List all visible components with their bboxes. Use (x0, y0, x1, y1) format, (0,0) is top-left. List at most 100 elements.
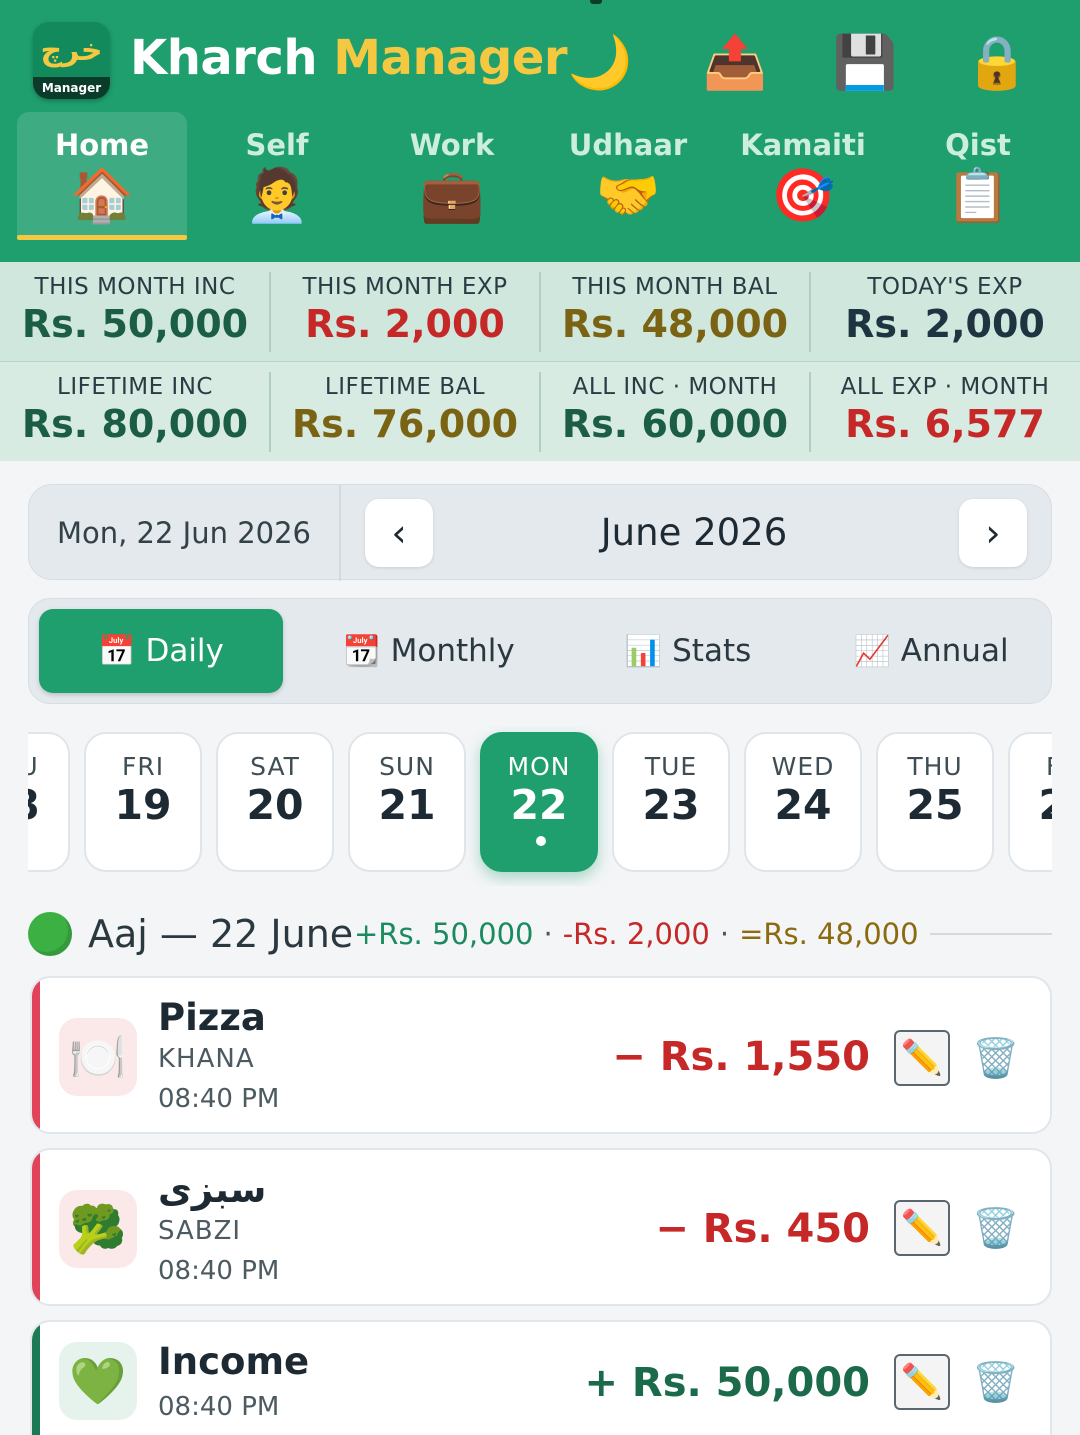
tab-udhaar[interactable]: Udhaar 🤝 (543, 112, 713, 238)
current-date-label[interactable]: Mon, 22 Jun 2026 (29, 485, 341, 581)
stat-lifetime-inc: LIFETIME INC Rs. 80,000 (0, 362, 270, 461)
calendar-tearoff-icon: 📆 (343, 634, 381, 669)
view-tab-monthly[interactable]: 📆 Monthly (305, 609, 553, 693)
bar-chart-icon: 📊 (624, 634, 663, 669)
logo-subtext: Manager (33, 77, 110, 99)
day-number: 24 (774, 781, 832, 829)
transaction-type-bar (32, 1150, 40, 1304)
stat-value: Rs. 2,000 (305, 302, 505, 346)
tab-kamaiti[interactable]: Kamaiti 🎯 (718, 112, 888, 238)
transaction-card[interactable]: 🥦 سبزی SABZI 08:40 PM − Rs. 450 ✏️ 🗑️ (30, 1148, 1052, 1306)
stat-all-exp-month: ALL EXP · MONTH Rs. 6,577 (810, 362, 1080, 461)
transaction-name: سبزی (158, 1168, 267, 1211)
transaction-amount: − Rs. 450 (655, 1206, 870, 1252)
view-tab-annual[interactable]: 📈 Annual (813, 609, 1049, 693)
day-strip[interactable]: THU18FRI19SAT20SUN21MON22TUE23WED24THU25… (28, 726, 1052, 886)
person-icon: 🧑‍💼 (244, 166, 310, 226)
view-tab-label: Monthly (390, 633, 515, 669)
day-card-18[interactable]: THU18 (28, 732, 70, 872)
month-label[interactable]: June 2026 (449, 485, 939, 581)
day-name: FRI (121, 752, 165, 781)
trash-icon[interactable]: 🗑️ (972, 1033, 1019, 1083)
tab-qist[interactable]: Qist 📋 (893, 112, 1063, 238)
moon-icon[interactable]: 🌙 (567, 30, 633, 96)
day-name: FRI (1010, 752, 1052, 781)
transaction-amount: − Rs. 1,550 (612, 1034, 870, 1080)
prev-month-button[interactable]: ‹ (365, 499, 433, 567)
clipboard-icon: 📋 (945, 166, 1011, 226)
day-balance-total: =Rs. 48,000 (739, 917, 919, 951)
app-title: Kharch Manager (130, 30, 568, 86)
day-number: 18 (28, 781, 68, 829)
transaction-card[interactable]: 🍽️ Pizza KHANA 08:40 PM − Rs. 1,550 ✏️ 🗑️ (30, 976, 1052, 1134)
trash-icon[interactable]: 🗑️ (972, 1357, 1019, 1407)
stat-label: TODAY'S EXP (867, 274, 1023, 300)
stat-value: Rs. 2,000 (845, 302, 1045, 346)
app-header: خرچ Manager Kharch Manager 🌙 📤 💾 🔒 Home 🏠 Sel… (0, 0, 1080, 262)
tab-label: Self (245, 128, 309, 162)
trend-chart-icon: 📈 (853, 634, 891, 669)
transaction-type-bar (32, 978, 40, 1132)
tab-label: Udhaar (568, 128, 688, 162)
stat-this-month-exp: THIS MONTH EXP Rs. 2,000 (270, 262, 540, 361)
edit-pencil-icon[interactable]: ✏️ (894, 1030, 950, 1086)
trash-icon[interactable]: 🗑️ (972, 1203, 1019, 1253)
tab-label: Kamaiti (740, 128, 866, 162)
day-name: THU (28, 752, 39, 781)
day-number: 20 (246, 781, 304, 829)
stat-divider (269, 272, 271, 352)
day-number: 19 (114, 781, 172, 829)
edit-pencil-icon[interactable]: ✏️ (894, 1354, 950, 1410)
day-name: SUN (379, 752, 435, 781)
day-summary: Aaj — 22 June +Rs. 50,000 · -Rs. 2,000 · =Rs… (28, 908, 1052, 960)
view-tab-daily[interactable]: 📅 Daily (39, 609, 283, 693)
stat-value: Rs. 50,000 (21, 302, 249, 346)
day-card-19[interactable]: FRI 19 (84, 732, 202, 872)
view-tab-stats[interactable]: 📊 Stats (575, 609, 801, 693)
stat-divider (539, 272, 541, 352)
stat-label: THIS MONTH INC (34, 274, 236, 300)
day-summary-totals: +Rs. 50,000 · -Rs. 2,000 · =Rs. 48,000 (354, 908, 919, 960)
day-name: THU (907, 752, 963, 781)
view-tab-label: Annual (900, 633, 1009, 669)
stat-label: ALL INC · MONTH (572, 374, 778, 400)
date-navigator: Mon, 22 Jun 2026 ‹ June 2026 › (28, 484, 1052, 581)
stat-value: Rs. 80,000 (21, 402, 249, 446)
tab-label: Home (54, 128, 150, 162)
target-icon: 🎯 (770, 166, 836, 226)
stat-divider (809, 272, 811, 352)
divider-line (930, 933, 1052, 935)
day-card-24[interactable]: WED 24 (744, 732, 862, 872)
transaction-card[interactable]: 💚 Income 08:40 PM + Rs. 50,000 ✏️ 🗑️ (30, 1320, 1052, 1435)
lock-icon[interactable]: 🔒 (964, 30, 1030, 96)
day-name: SAT (250, 752, 300, 781)
edit-pencil-icon[interactable]: ✏️ (894, 1200, 950, 1256)
transaction-name: Income (158, 1340, 310, 1383)
main-tabs: Home 🏠 Self 🧑‍💼 Work 💼 Udhaar 🤝 Kamaiti 🎯 Qist 📋 (0, 112, 1080, 240)
day-card-23[interactable]: TUE 23 (612, 732, 730, 872)
stat-divider (809, 372, 811, 452)
stat-all-inc-month: ALL INC · MONTH Rs. 60,000 (540, 362, 810, 461)
transaction-name: Pizza (158, 996, 266, 1039)
stat-value: Rs. 48,000 (561, 302, 789, 346)
transaction-category: SABZI (158, 1216, 242, 1246)
tab-home[interactable]: Home 🏠 (17, 112, 187, 240)
transaction-amount: + Rs. 50,000 (584, 1360, 870, 1406)
view-tab-label: Stats (672, 633, 752, 669)
status-notch (590, 0, 602, 4)
stat-label: LIFETIME INC (57, 374, 213, 400)
stat-divider (269, 372, 271, 452)
tab-work[interactable]: Work 💼 (367, 112, 537, 238)
view-switcher: 📅 Daily 📆 Monthly 📊 Stats 📈 Annual (28, 598, 1052, 704)
tab-self[interactable]: Self 🧑‍💼 (192, 112, 362, 238)
day-card-20[interactable]: SAT 20 (216, 732, 334, 872)
day-card-25[interactable]: THU 25 (876, 732, 994, 872)
stat-label: ALL EXP · MONTH (840, 374, 1050, 400)
export-tray-icon[interactable]: 📤 (702, 30, 768, 96)
day-card-26[interactable]: FRI26 (1008, 732, 1052, 872)
day-card-22[interactable]: MON 22 (480, 732, 598, 872)
day-card-21[interactable]: SUN 21 (348, 732, 466, 872)
save-icon[interactable]: 💾 (832, 30, 898, 96)
next-month-button[interactable]: › (959, 499, 1027, 567)
stat-value: Rs. 6,577 (845, 402, 1045, 446)
